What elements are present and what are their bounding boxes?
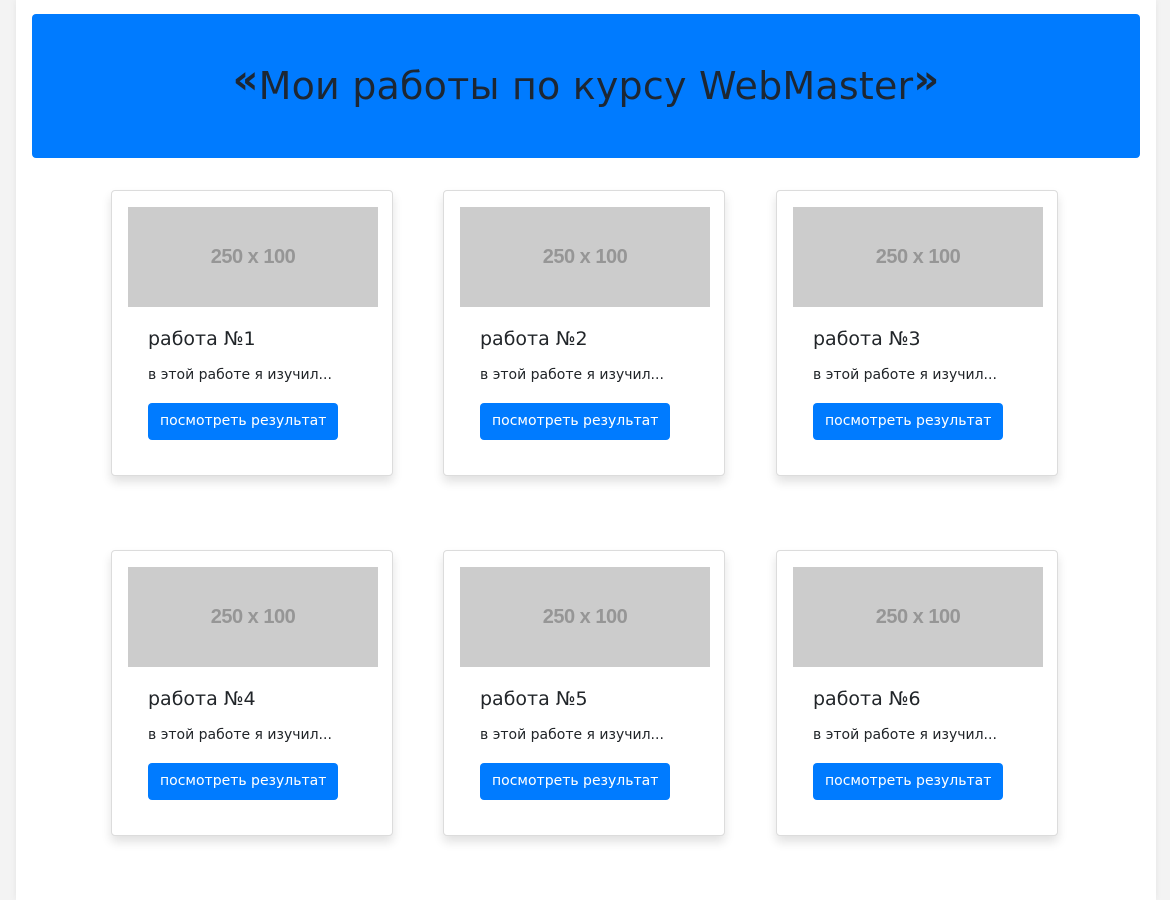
card-text: в этой работе я изучил... bbox=[813, 367, 997, 383]
view-result-button-4[interactable]: посмотреть результат bbox=[148, 763, 339, 800]
quote-open-mark: « bbox=[232, 57, 259, 103]
header-banner: « Мои работы по курсу WebMaster » bbox=[32, 14, 1140, 158]
card-image-placeholder: 250 x 100 bbox=[460, 567, 710, 667]
card-text: в этой работе я изучил... bbox=[148, 727, 332, 743]
work-card-5: 250 x 100 работа №5 в этой работе я изуч… bbox=[443, 550, 725, 836]
card-image-placeholder: 250 x 100 bbox=[128, 207, 378, 307]
work-card-3: 250 x 100 работа №3 в этой работе я изуч… bbox=[776, 190, 1058, 476]
card-image-placeholder: 250 x 100 bbox=[128, 567, 378, 667]
page-title: « Мои работы по курсу WebMaster » bbox=[233, 60, 940, 108]
card-title: работа №4 bbox=[148, 688, 256, 710]
work-card-1: 250 x 100 работа №1 в этой работе я изуч… bbox=[111, 190, 393, 476]
card-title: работа №5 bbox=[480, 688, 588, 710]
view-result-button-5[interactable]: посмотреть результат bbox=[480, 763, 671, 800]
work-card-6: 250 x 100 работа №6 в этой работе я изуч… bbox=[776, 550, 1058, 836]
card-text: в этой работе я изучил... bbox=[813, 727, 997, 743]
view-result-button-6[interactable]: посмотреть результат bbox=[813, 763, 1004, 800]
card-image-placeholder: 250 x 100 bbox=[793, 207, 1043, 307]
work-card-2: 250 x 100 работа №2 в этой работе я изуч… bbox=[443, 190, 725, 476]
card-text: в этой работе я изучил... bbox=[480, 727, 664, 743]
view-result-button-1[interactable]: посмотреть результат bbox=[148, 403, 339, 440]
card-image-placeholder: 250 x 100 bbox=[460, 207, 710, 307]
page-container: « Мои работы по курсу WebMaster » 250 x … bbox=[16, 0, 1156, 900]
card-text: в этой работе я изучил... bbox=[480, 367, 664, 383]
card-title: работа №2 bbox=[480, 328, 588, 350]
card-title: работа №1 bbox=[148, 328, 256, 350]
work-card-4: 250 x 100 работа №4 в этой работе я изуч… bbox=[111, 550, 393, 836]
card-image-placeholder: 250 x 100 bbox=[793, 567, 1043, 667]
card-title: работа №3 bbox=[813, 328, 921, 350]
card-text: в этой работе я изучил... bbox=[148, 367, 332, 383]
view-result-button-2[interactable]: посмотреть результат bbox=[480, 403, 671, 440]
page-title-text: Мои работы по курсу WebMaster bbox=[258, 64, 914, 108]
quote-close-mark: » bbox=[913, 57, 940, 103]
view-result-button-3[interactable]: посмотреть результат bbox=[813, 403, 1004, 440]
card-title: работа №6 bbox=[813, 688, 921, 710]
